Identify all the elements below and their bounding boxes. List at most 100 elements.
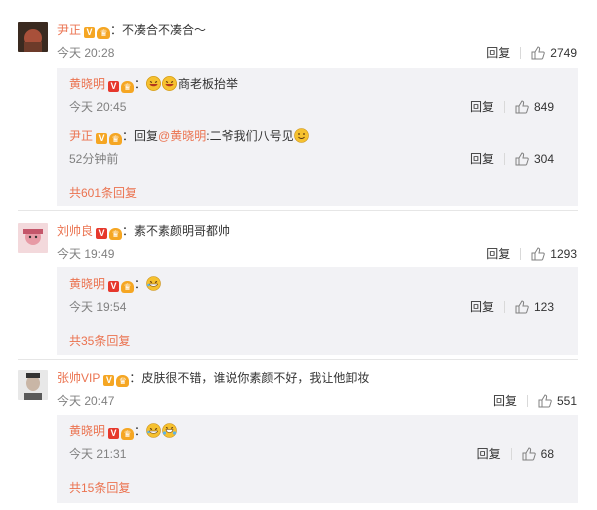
comment-actions: 回复 551 <box>493 392 577 409</box>
verified-badge-icon: V <box>108 428 120 439</box>
comment-text: 素不素颜明哥都帅 <box>134 224 231 238</box>
verified-badge-icon: V <box>84 27 96 38</box>
reply-actions: 回复 123 <box>470 298 554 315</box>
reply-prefix: 回复 <box>134 129 159 143</box>
timestamp: 52分钟前 <box>69 152 119 166</box>
vip-crown-icon[interactable]: ♛ <box>121 428 135 440</box>
more-replies-link[interactable]: 共15条回复 <box>69 479 130 496</box>
divider <box>18 359 578 360</box>
username[interactable]: 尹正 <box>69 129 93 143</box>
mention-link[interactable]: @黄晓明 <box>158 129 206 143</box>
like-button[interactable]: 1293 <box>531 247 577 261</box>
avatar[interactable] <box>18 370 48 400</box>
laughing-emoji-icon <box>162 76 178 91</box>
reply-text: 商老板抬举 <box>178 77 239 91</box>
divider <box>510 447 512 460</box>
colon: ： <box>129 371 142 385</box>
like-button[interactable]: 304 <box>515 152 554 166</box>
thumbs-up-icon <box>515 299 529 313</box>
timestamp: 今天 19:49 <box>57 247 115 261</box>
vip-crown-icon[interactable]: ♛ <box>121 281 135 293</box>
reply-list: 黄晓明 V ♛：商老板抬举 今天 20:45 回复 849 尹正 V ♛ ：回复@黄晓明:… <box>57 68 578 206</box>
like-button[interactable]: 551 <box>538 394 577 408</box>
thumbs-up-icon <box>522 446 536 460</box>
divider <box>503 100 505 113</box>
like-count: 123 <box>533 299 554 314</box>
reply-button[interactable]: 回复 <box>470 98 494 115</box>
comment-actions: 回复 1293 <box>486 245 577 262</box>
thumbs-up-icon <box>515 151 529 165</box>
vip-crown-icon[interactable]: ♛ <box>97 27 111 39</box>
reply-actions: 回复 68 <box>477 445 554 462</box>
comment-header: 尹正 V ♛ ：不凑合不凑合～ <box>57 22 207 39</box>
laughing-emoji-icon <box>146 76 162 91</box>
like-button[interactable]: 68 <box>522 447 554 461</box>
reply-header: 尹正 V ♛ ：回复@黄晓明:二爷我们八号见 <box>69 128 310 145</box>
more-replies-link[interactable]: 共601条回复 <box>69 184 137 201</box>
vip-crown-icon[interactable]: ♛ <box>121 81 135 93</box>
like-button[interactable]: 2749 <box>531 46 577 60</box>
thumbs-up-icon <box>538 393 552 407</box>
reply-list: 黄晓明 V ♛： 今天 19:54 回复 123 共35条回复 <box>57 267 578 355</box>
comment-text: 不凑合不凑合～ <box>122 23 207 37</box>
reply-button[interactable]: 回复 <box>493 392 517 409</box>
avatar[interactable] <box>18 223 48 253</box>
reply-header: 黄晓明 V ♛： 商老板抬举 <box>69 76 239 93</box>
username[interactable]: 刘帅良 <box>57 224 93 238</box>
colon: ： <box>122 224 135 238</box>
thumbs-up-icon <box>531 45 546 59</box>
verified-badge-icon: V <box>108 281 120 292</box>
colon: ： <box>110 23 123 37</box>
reply-list: 黄晓明 V ♛： 今天 21:31 回复 68 共15条回复 <box>57 415 578 503</box>
thumbs-up-icon <box>531 246 546 260</box>
username[interactable]: 黄晓明 <box>69 77 105 91</box>
username[interactable]: 尹正 <box>57 23 81 37</box>
username[interactable]: 张帅VIP <box>57 371 100 385</box>
like-button[interactable]: 849 <box>515 100 554 114</box>
verified-badge-icon: V <box>108 81 120 92</box>
reply-text: :二爷我们八号见 <box>206 129 294 143</box>
timestamp: 今天 21:31 <box>69 447 127 461</box>
verified-badge-icon: V <box>103 375 115 386</box>
laughing-emoji-icon <box>162 423 177 438</box>
colon: ： <box>134 77 147 91</box>
verified-badge-icon: V <box>96 228 108 239</box>
reply-button[interactable]: 回复 <box>486 44 510 61</box>
vip-crown-icon[interactable]: ♛ <box>109 228 123 240</box>
thumbs-up-icon <box>515 99 529 113</box>
vip-crown-icon[interactable]: ♛ <box>116 375 130 387</box>
avatar[interactable] <box>18 22 48 52</box>
vip-crown-icon[interactable]: ♛ <box>109 133 123 145</box>
more-replies-link[interactable]: 共35条回复 <box>69 332 130 349</box>
username[interactable]: 黄晓明 <box>69 424 105 438</box>
reply-header: 黄晓明 V ♛： <box>69 276 162 293</box>
like-count: 304 <box>533 151 554 166</box>
like-button[interactable]: 123 <box>515 300 554 314</box>
reply-button[interactable]: 回复 <box>477 445 501 462</box>
like-count: 551 <box>556 393 577 408</box>
timestamp: 今天 20:45 <box>69 100 127 114</box>
timestamp: 今天 20:47 <box>57 394 115 408</box>
colon: ： <box>134 424 147 438</box>
reply-button[interactable]: 回复 <box>470 150 494 167</box>
like-count: 68 <box>540 446 554 461</box>
comment-header: 刘帅良 V ♛ ：素不素颜明哥都帅 <box>57 223 231 240</box>
divider <box>18 210 578 211</box>
reply-button[interactable]: 回复 <box>470 298 494 315</box>
timestamp: 今天 19:54 <box>69 300 127 314</box>
divider <box>520 247 522 260</box>
timestamp: 今天 20:28 <box>57 46 115 60</box>
laughing-emoji-icon <box>146 276 161 291</box>
reply-actions: 回复 304 <box>470 150 554 167</box>
reply-button[interactable]: 回复 <box>486 245 510 262</box>
divider <box>520 46 522 59</box>
divider <box>503 300 505 313</box>
smile-emoji-icon <box>293 128 309 143</box>
laughing-emoji-icon <box>146 423 161 438</box>
comment-header: 张帅VIP V ♛ ：皮肤很不错，谁说你素颜不好，我让他卸妆 <box>57 370 370 387</box>
divider <box>503 152 505 165</box>
comment-text: 皮肤很不错，谁说你素颜不好，我让他卸妆 <box>141 371 370 385</box>
username[interactable]: 黄晓明 <box>69 277 105 291</box>
comment-actions: 回复 2749 <box>486 44 577 61</box>
divider <box>526 394 528 407</box>
